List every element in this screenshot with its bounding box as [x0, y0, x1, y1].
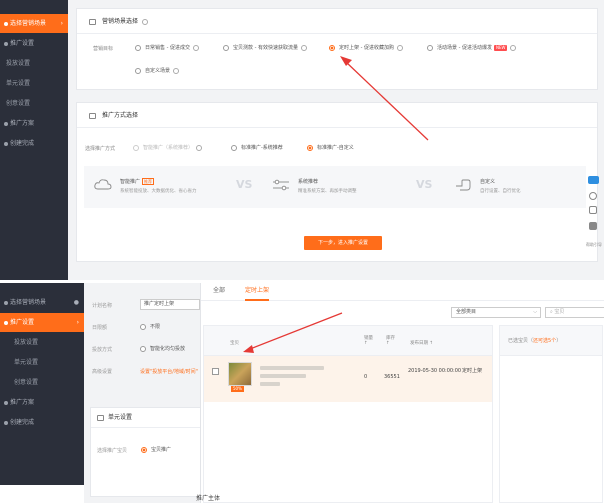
annotation-arrow-top	[340, 56, 429, 141]
top-screenshot: 选择营销场景 › 推广设置 投放设置 单元设置 创意设置 推广方案 创建完成 营销…	[0, 0, 604, 280]
annotation-arrow-bottom	[243, 312, 343, 353]
bottom-screenshot: 选择营销场景 ● 推广设置 › 投放设置 单元设置 创意设置 推广方案 创建完成 计…	[0, 283, 604, 503]
